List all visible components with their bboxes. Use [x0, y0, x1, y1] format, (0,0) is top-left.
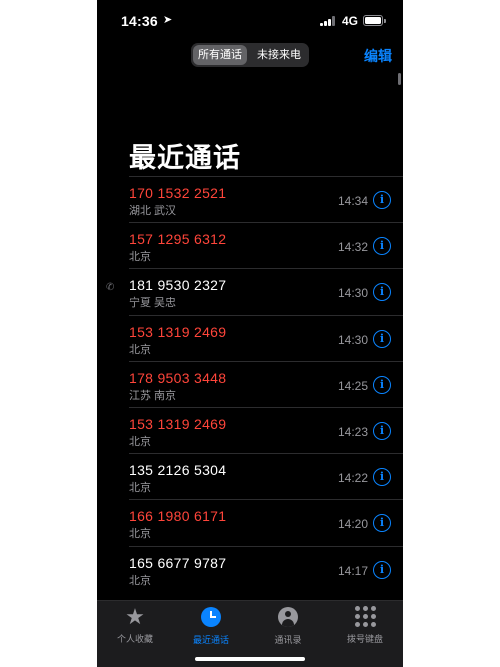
call-number: 153 1319 2469 — [129, 415, 227, 432]
location-arrow-icon: ➤ — [163, 14, 173, 26]
page-title: 最近通话 — [129, 143, 241, 173]
call-row[interactable]: 135 2126 5304 北京 14:22 i — [129, 453, 403, 499]
info-icon[interactable]: i — [373, 375, 391, 394]
call-row[interactable]: 165 6677 9787 北京 14:17 i — [129, 545, 403, 592]
call-time: 14:25 — [337, 378, 368, 393]
edit-button[interactable]: 编辑 — [364, 46, 392, 66]
info-icon[interactable]: i — [373, 421, 391, 440]
star-icon: ★ — [125, 604, 145, 629]
call-row[interactable]: 178 9503 3448 江苏 南京 14:25 i — [129, 360, 403, 407]
call-number: 153 1319 2469 — [129, 323, 227, 340]
phone-screen: 14:36 ➤ 4G 所有通话 未接来电 编辑 最近通话 170 1532 25… — [97, 0, 403, 667]
tab-label: 最近通话 — [192, 635, 229, 645]
call-number: 178 9503 3448 — [129, 369, 227, 386]
call-time: 14:17 — [337, 563, 368, 578]
call-row[interactable]: ✆ 181 9530 2327 宁夏 吴忠 14:30 i — [106, 268, 403, 314]
segment-all-calls[interactable]: 所有通话 — [193, 45, 247, 65]
call-time: 14:30 — [337, 332, 368, 347]
info-icon[interactable]: i — [373, 329, 391, 348]
call-number: 157 1295 6312 — [129, 231, 227, 248]
call-row[interactable]: 157 1295 6312 北京 14:32 i — [129, 222, 403, 268]
home-indicator[interactable] — [195, 657, 305, 661]
call-row[interactable]: 153 1319 2469 北京 14:23 i — [129, 406, 403, 453]
status-bar: 14:36 ➤ 4G — [97, 0, 403, 40]
call-location: 宁夏 吴忠 — [129, 297, 177, 310]
tab-recents[interactable]: 最近通话 — [173, 606, 249, 646]
call-time: 14:23 — [337, 424, 368, 439]
call-row[interactable]: 153 1319 2469 北京 14:30 i — [129, 314, 403, 361]
call-time: 14:32 — [337, 240, 368, 255]
tab-keypad[interactable]: 拨号键盘 — [327, 606, 403, 645]
call-location: 北京 — [129, 528, 151, 541]
info-icon[interactable]: i — [373, 191, 391, 209]
tab-favorites[interactable]: ★ 个人收藏 — [97, 606, 173, 645]
call-number: 135 2126 5304 — [129, 462, 227, 479]
tab-label: 个人收藏 — [116, 634, 153, 644]
call-row[interactable]: 170 1532 2521 湖北 武汉 14:34 i — [129, 176, 403, 222]
tab-label: 拨号键盘 — [346, 634, 383, 644]
call-time: 14:34 — [337, 194, 368, 208]
scrollbar[interactable] — [398, 73, 401, 85]
call-location: 北京 — [129, 251, 151, 264]
call-number: 166 1980 6171 — [129, 508, 227, 525]
call-number: 181 9530 2327 — [129, 277, 227, 294]
tab-label: 通讯录 — [274, 635, 302, 645]
call-location: 北京 — [129, 343, 151, 356]
clock-icon — [200, 607, 222, 629]
status-time: 14:36 — [121, 13, 158, 29]
outgoing-call-icon: ✆ — [106, 282, 115, 294]
call-number: 170 1532 2521 — [129, 185, 227, 201]
call-location: 北京 — [129, 435, 151, 448]
tab-contacts[interactable]: 通讯录 — [250, 606, 326, 646]
recents-list: 170 1532 2521 湖北 武汉 14:34 i 157 1295 631… — [106, 176, 403, 592]
call-number: 165 6677 9787 — [129, 554, 227, 571]
cellular-signal-icon — [320, 16, 336, 26]
info-icon[interactable]: i — [373, 560, 391, 579]
network-type: 4G — [342, 14, 359, 28]
call-location: 北京 — [129, 482, 151, 495]
keypad-icon — [354, 606, 376, 628]
info-icon[interactable]: i — [373, 237, 391, 256]
call-time: 14:30 — [337, 286, 368, 301]
call-location: 湖北 武汉 — [129, 205, 177, 217]
info-icon[interactable]: i — [373, 283, 391, 302]
segment-missed-calls[interactable]: 未接来电 — [251, 45, 307, 65]
info-icon[interactable]: i — [373, 514, 391, 533]
call-location: 北京 — [129, 574, 151, 587]
call-time: 14:20 — [337, 517, 368, 532]
call-row[interactable]: 166 1980 6171 北京 14:20 i — [129, 499, 403, 545]
call-time: 14:22 — [337, 471, 368, 486]
person-icon — [277, 607, 299, 629]
call-location: 江苏 南京 — [129, 389, 177, 402]
info-icon[interactable]: i — [373, 468, 391, 487]
battery-icon — [363, 15, 386, 26]
call-filter-segmented-control: 所有通话 未接来电 — [191, 43, 309, 67]
